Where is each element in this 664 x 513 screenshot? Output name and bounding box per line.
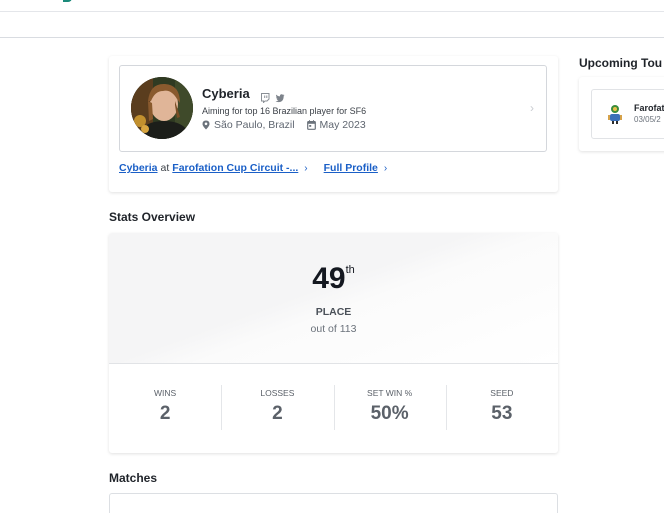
chevron-right-icon: › <box>304 162 308 174</box>
stats-overview-card: 49th PLACE out of 113 WINS 2 LOSSES 2 SE… <box>109 233 558 453</box>
upcoming-tournament-name: Farofat <box>634 103 664 113</box>
stat-label: WINS <box>154 388 177 398</box>
player-bio: Aiming for top 16 Brazilian player for S… <box>202 106 367 116</box>
player-link[interactable]: Cyberia <box>119 162 158 174</box>
stats-overview-title: Stats Overview <box>109 210 196 224</box>
profile-card: Cyberia Aiming for top 16 Brazilian play… <box>109 56 558 192</box>
full-profile-link[interactable]: Full Profile <box>324 162 378 174</box>
chevron-right-icon: › <box>530 101 534 115</box>
player-meta: São Paulo, Brazil May 2023 <box>202 119 366 131</box>
placement-value: 49th <box>109 262 558 296</box>
player-joined-date: May 2023 <box>319 119 366 131</box>
calendar-icon <box>306 120 316 130</box>
stat-value: 2 <box>159 403 171 424</box>
player-location: São Paulo, Brazil <box>214 119 295 131</box>
stat-seed: SEED 53 <box>445 364 558 453</box>
tournament-logo-icon <box>607 103 623 125</box>
stat-wins: WINS 2 <box>109 364 221 453</box>
matches-title: Matches <box>109 471 158 485</box>
matches-list <box>109 493 558 513</box>
stat-label: LOSSES <box>260 388 295 398</box>
placement-suffix: th <box>345 264 355 276</box>
stat-value: 2 <box>272 403 283 424</box>
chevron-right-icon: › <box>383 162 388 174</box>
avatar <box>131 77 193 139</box>
profile-summary[interactable]: Cyberia Aiming for top 16 Brazilian play… <box>119 65 547 152</box>
at-text: at <box>160 162 170 174</box>
placement-number: 49 <box>312 262 346 295</box>
stat-value: 53 <box>491 403 513 424</box>
upcoming-tournaments-card: Farofat 03/05/2 <box>579 77 664 151</box>
profile-links: Cyberia at Farofation Cup Circuit -... ›… <box>119 162 403 174</box>
upcoming-tournament-item[interactable]: Farofat 03/05/2 <box>591 89 664 139</box>
stat-label: SEED <box>490 388 514 398</box>
logo-fragment-icon <box>63 0 72 2</box>
top-navigation-bar <box>0 0 664 12</box>
location-pin-icon <box>202 120 210 130</box>
sub-navigation-bar <box>0 12 664 38</box>
stat-value: 50% <box>370 403 409 424</box>
event-link[interactable]: Farofation Cup Circuit -... <box>172 162 298 174</box>
player-name: Cyberia <box>202 86 250 101</box>
placement-label: PLACE <box>315 306 352 318</box>
upcoming-tournaments-title: Upcoming Tou <box>579 56 663 70</box>
stat-losses: LOSSES 2 <box>221 364 333 453</box>
upcoming-tournament-date: 03/05/2 <box>634 115 661 124</box>
stat-set-win-percent: SET WIN % 50% <box>333 364 446 453</box>
stat-label: SET WIN % <box>367 388 413 398</box>
stats-row: WINS 2 LOSSES 2 SET WIN % 50% SEED 53 <box>109 364 558 453</box>
placement-out-of: out of 113 <box>310 323 357 335</box>
placement-panel: 49th PLACE out of 113 <box>109 233 558 364</box>
